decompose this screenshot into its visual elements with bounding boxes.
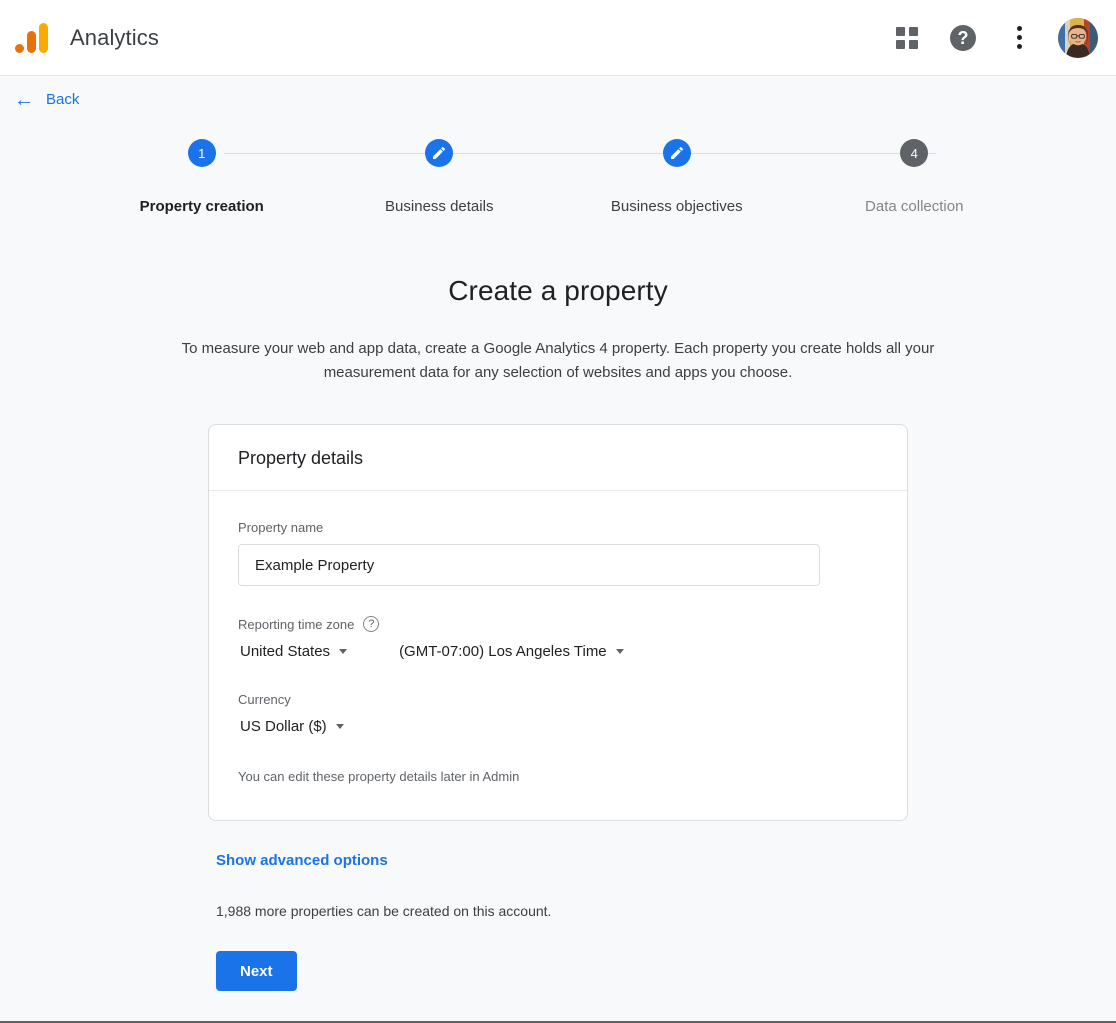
timezone-section: Reporting time zone ? United States (GMT… [238, 616, 878, 662]
chevron-down-icon [336, 724, 344, 729]
currency-label: Currency [238, 692, 878, 707]
currency-section: Currency US Dollar ($) [238, 692, 878, 737]
back-button[interactable]: ← Back [14, 90, 79, 110]
step-3-badge [663, 139, 691, 167]
step-business-details[interactable]: Business details [321, 139, 559, 215]
help-circle-icon[interactable]: ? [363, 616, 379, 632]
card-footer-area: Show advanced options 1,988 more propert… [208, 821, 908, 991]
help-circle-icon[interactable]: ? [946, 21, 980, 55]
page-title: Create a property [0, 275, 1116, 307]
timezone-label-row: Reporting time zone ? [238, 616, 878, 632]
step-data-collection[interactable]: 4 Data collection [796, 139, 1034, 215]
edit-later-hint: You can edit these property details late… [238, 769, 878, 784]
app-title: Analytics [70, 25, 159, 51]
property-details-card: Property details Property name Reporting… [208, 424, 908, 821]
google-analytics-logo [12, 18, 52, 58]
back-bar: ← Back [0, 76, 1116, 123]
pencil-icon [669, 145, 685, 161]
grid-apps-glyph [896, 27, 918, 49]
currency-value: US Dollar ($) [240, 718, 327, 735]
next-button[interactable]: Next [216, 951, 297, 991]
arrow-left-icon: ← [14, 90, 34, 110]
setup-stepper: 1 Property creation Business details Bus… [0, 139, 1116, 215]
page-description: To measure your web and app data, create… [138, 337, 978, 385]
timezone-label: Reporting time zone [238, 617, 354, 632]
kebab-glyph [1017, 26, 1022, 49]
card-header: Property details [209, 425, 907, 491]
back-label: Back [46, 91, 79, 108]
stepper-steps: 1 Property creation Business details Bus… [83, 139, 1033, 215]
grid-apps-icon[interactable] [890, 21, 924, 55]
property-quota-text: 1,988 more properties can be created on … [216, 903, 908, 919]
property-name-input[interactable] [238, 544, 820, 586]
timezone-zone-select[interactable]: (GMT-07:00) Los Angeles Time [397, 641, 626, 662]
avatar-image [1058, 18, 1098, 58]
brand: Analytics [12, 18, 159, 58]
step-2-label: Business details [385, 198, 493, 215]
user-avatar[interactable] [1058, 18, 1098, 58]
step-1-badge: 1 [188, 139, 216, 167]
show-advanced-options-link[interactable]: Show advanced options [216, 852, 388, 869]
pencil-icon [431, 145, 447, 161]
kebab-menu-icon[interactable] [1002, 21, 1036, 55]
timezone-country-select[interactable]: United States [238, 641, 349, 662]
help-glyph: ? [950, 25, 976, 51]
timezone-selects: United States (GMT-07:00) Los Angeles Ti… [238, 641, 878, 662]
timezone-zone-value: (GMT-07:00) Los Angeles Time [399, 643, 607, 660]
step-1-label: Property creation [140, 198, 264, 215]
step-business-objectives[interactable]: Business objectives [558, 139, 796, 215]
step-property-creation[interactable]: 1 Property creation [83, 139, 321, 215]
currency-select[interactable]: US Dollar ($) [238, 716, 346, 737]
step-3-label: Business objectives [611, 198, 743, 215]
app-bar: Analytics ? [0, 0, 1116, 76]
chevron-down-icon [616, 649, 624, 654]
chevron-down-icon [339, 649, 347, 654]
step-4-badge: 4 [900, 139, 928, 167]
step-4-label: Data collection [865, 198, 963, 215]
step-2-badge [425, 139, 453, 167]
card-body: Property name Reporting time zone ? Unit… [209, 491, 907, 820]
property-name-label: Property name [238, 520, 878, 535]
app-bar-actions: ? [890, 18, 1098, 58]
timezone-country-value: United States [240, 643, 330, 660]
